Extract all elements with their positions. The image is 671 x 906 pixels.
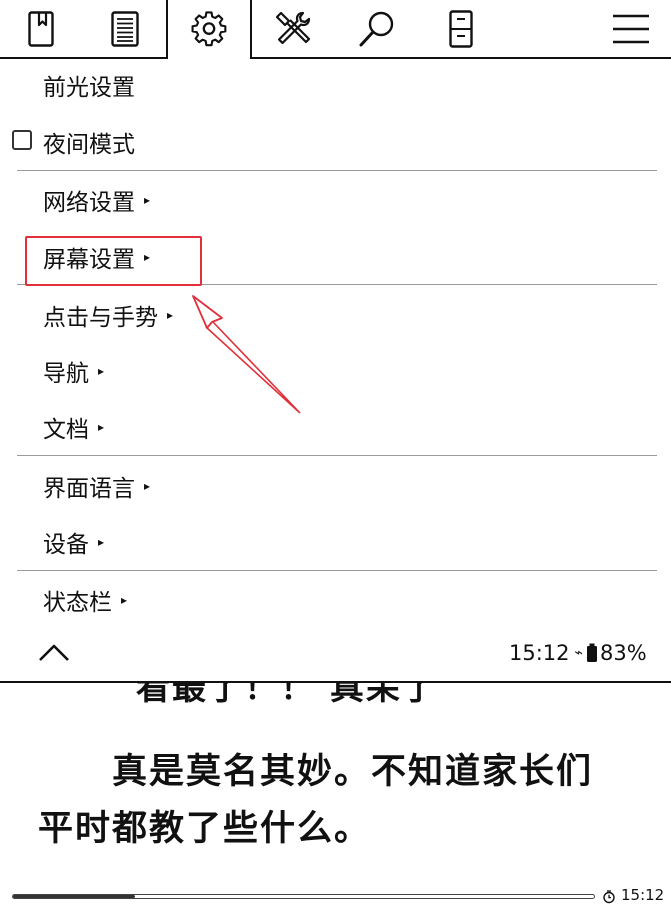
tab-bar-underline — [251, 57, 671, 59]
table-of-contents-icon — [111, 11, 139, 47]
status-indicator: 15:12 ⌁ 83% — [509, 641, 647, 665]
menu-item-label: 状态栏 — [43, 590, 112, 616]
search-icon — [359, 11, 394, 47]
tools-icon — [275, 11, 311, 45]
menu-item-frontlight[interactable]: 前光设置 — [43, 65, 135, 105]
submenu-arrow-icon: ▸ — [98, 420, 105, 434]
battery-percentage: 83% — [599, 641, 647, 665]
menu-divider — [17, 455, 657, 456]
menu-item-label: 文档 — [43, 417, 89, 443]
status-time: 15:12 — [509, 641, 570, 665]
menu-divider — [17, 570, 657, 571]
tab-bar-underline — [0, 57, 167, 59]
menu-item-ui-language[interactable]: 界面语言 ▸ — [43, 466, 150, 506]
gear-icon — [191, 11, 227, 47]
reading-progress-fill — [13, 895, 135, 898]
menu-item-status-bar[interactable]: 状态栏 ▸ — [43, 580, 127, 620]
menu-item-network[interactable]: 网络设置 ▸ — [43, 180, 150, 220]
annotation-highlight-box — [25, 236, 202, 286]
menu-item-label: 网络设置 — [43, 190, 135, 216]
tab-table-of-contents[interactable] — [84, 0, 166, 58]
reader-footer: 15:12 — [0, 880, 671, 906]
wifi-icon: ⌁ — [574, 645, 583, 661]
menu-item-label: 设备 — [43, 532, 89, 558]
submenu-arrow-icon: ▸ — [144, 479, 151, 493]
hamburger-menu-icon — [613, 14, 649, 44]
menu-item-label: 导航 — [43, 361, 89, 387]
file-cabinet-icon — [449, 10, 473, 48]
reader-line-2: 平时都教了些什么。 — [38, 808, 372, 849]
submenu-arrow-icon: ▸ — [98, 364, 105, 378]
chevron-up-icon — [39, 644, 69, 661]
submenu-arrow-icon: ▸ — [144, 193, 151, 207]
tab-file[interactable] — [420, 0, 502, 58]
bookmark-icon — [28, 11, 54, 47]
menu-item-label: 夜间模式 — [43, 132, 135, 158]
tab-bookmark[interactable] — [0, 0, 82, 58]
submenu-arrow-icon: ▸ — [167, 308, 174, 322]
reading-progress-bar[interactable] — [12, 894, 595, 899]
menu-divider — [17, 170, 657, 171]
tab-settings[interactable] — [168, 0, 250, 58]
menu-item-taps-gestures[interactable]: 点击与手势 ▸ — [43, 295, 173, 335]
menu-tab-bar — [0, 0, 671, 59]
battery-icon — [586, 643, 597, 662]
active-tab-right-border — [250, 0, 252, 59]
footer-time: 15:12 — [621, 886, 665, 904]
submenu-arrow-icon: ▸ — [121, 593, 128, 607]
tab-search[interactable] — [336, 0, 418, 58]
menu-item-label: 点击与手势 — [43, 305, 158, 331]
menu-item-document[interactable]: 文档 ▸ — [43, 407, 104, 447]
active-tab-left-border — [166, 0, 168, 59]
night-mode-checkbox[interactable] — [12, 130, 32, 150]
tab-tools[interactable] — [252, 0, 334, 58]
collapse-menu-button[interactable] — [36, 640, 72, 664]
submenu-arrow-icon: ▸ — [98, 535, 105, 549]
menu-item-night-mode[interactable]: 夜间模式 — [43, 122, 135, 162]
menu-item-navigation[interactable]: 导航 ▸ — [43, 351, 104, 391]
clock-icon — [603, 890, 615, 904]
menu-item-label: 界面语言 — [43, 476, 135, 502]
menu-item-label: 前光设置 — [43, 75, 135, 101]
reader-line-1: 真是莫名其妙。不知道家长们 — [112, 751, 594, 792]
menu-item-device[interactable]: 设备 ▸ — [43, 522, 104, 562]
settings-menu: 前光设置 夜间模式 网络设置 ▸ 屏幕设置 ▸ 点击与手势 ▸ 导航 ▸ 文档 … — [0, 0, 671, 683]
tab-main-menu[interactable] — [590, 0, 671, 58]
